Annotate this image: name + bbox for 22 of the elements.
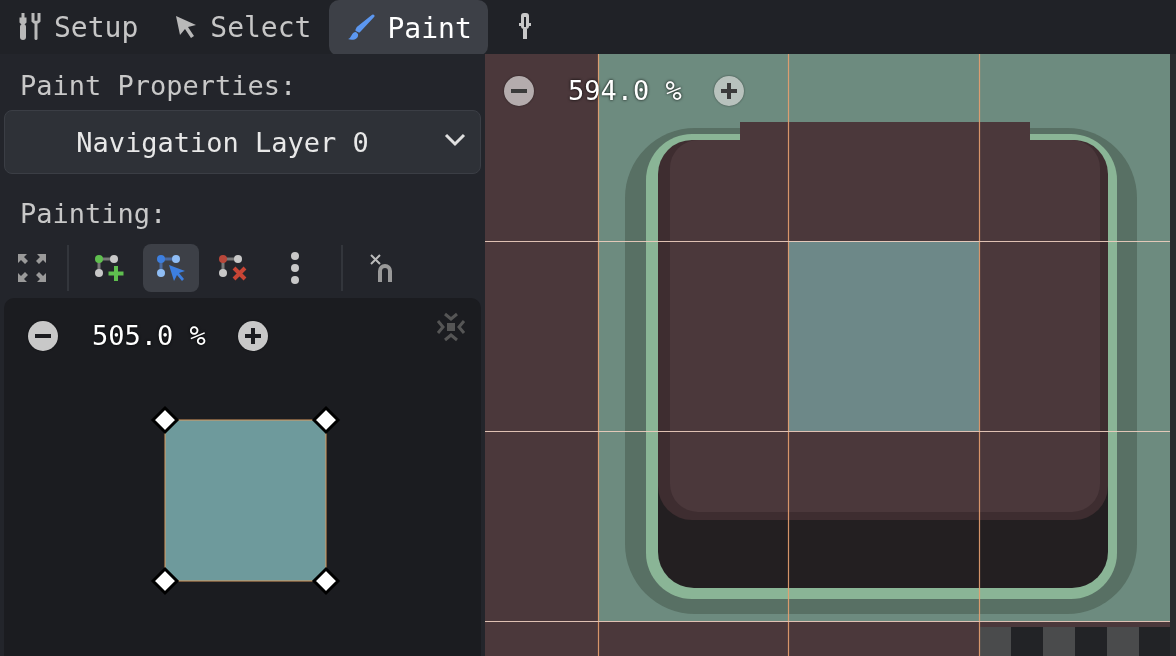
select-point-icon: [156, 254, 186, 282]
minus-icon: [35, 333, 51, 338]
tab[interactable]: Setup: [0, 0, 155, 54]
zoom-in-button[interactable]: [237, 320, 268, 351]
tools-icon: [18, 12, 42, 42]
layer-dropdown[interactable]: Navigation Layer 0: [4, 110, 481, 174]
expand-icon: [17, 253, 47, 283]
tab[interactable]: Select: [156, 0, 328, 54]
section-title: Painting:: [19, 197, 168, 231]
zoom-level: 505.0 %: [92, 320, 206, 351]
more-icon: [290, 252, 300, 284]
center-icon: [436, 312, 466, 342]
add-point-icon: [94, 254, 124, 282]
remove-point-icon: [218, 254, 248, 282]
minus-icon: [511, 88, 527, 93]
zoom-out-button[interactable]: [28, 320, 58, 351]
brush-icon: [347, 14, 376, 42]
eyedropper-icon: [517, 12, 532, 42]
chevron-down-icon: [444, 133, 466, 147]
tab[interactable]: Paint: [329, 0, 488, 56]
tool-button[interactable]: [143, 244, 199, 292]
section-title: Paint Properties:: [19, 69, 298, 103]
